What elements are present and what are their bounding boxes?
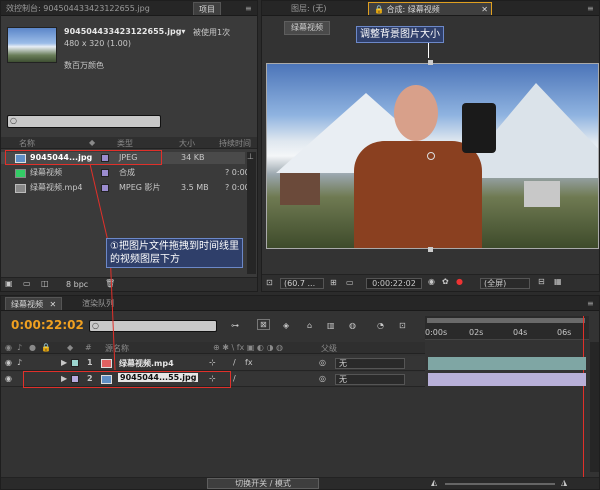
annotation-drag-image: ①把图片文件拖拽到时间线里 的视频图层下方 bbox=[106, 238, 243, 268]
drag-arrow bbox=[89, 163, 116, 371]
annotation-line-2: 的视频图层下方 bbox=[110, 254, 180, 265]
annotation-line-1: ①把图片文件拖拽到时间线里 bbox=[110, 241, 239, 252]
